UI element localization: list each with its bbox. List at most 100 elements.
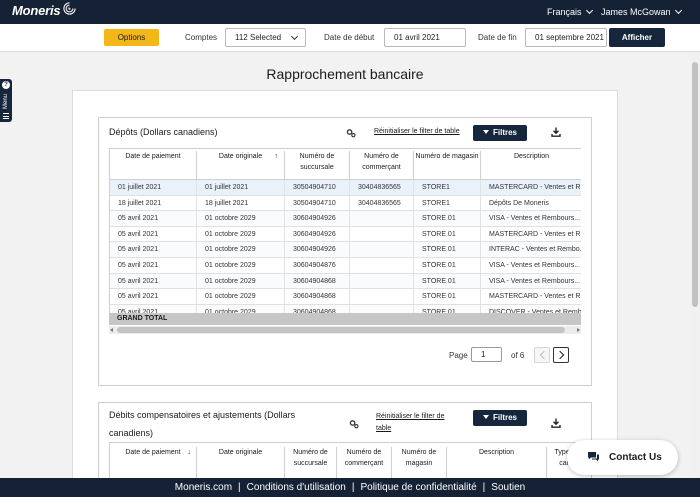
page-number-input[interactable]: 1 [471,347,502,362]
footer-link-conditions[interactable]: Conditions d'utilisation [247,482,346,493]
footer-link-soutien[interactable]: Soutien [491,482,525,493]
footer-link-moneris[interactable]: Moneris.com [175,482,232,493]
table-cell: 01 octobre 2029 [197,242,285,258]
horizontal-scrollbar[interactable] [109,326,581,334]
column-header-description[interactable]: Description [481,151,581,179]
adjustments-title: Débits compensatoires et ajustements (Do… [109,410,296,438]
deposits-table: Date de paiement Date originale ↑ Numéro … [109,148,581,313]
comptes-label: Comptes [185,33,218,42]
scroll-right-icon[interactable] [577,328,580,332]
language-selector[interactable]: Français [547,6,593,17]
scrollbar-thumb[interactable] [117,327,565,333]
gear-icon[interactable] [346,128,356,138]
column-header-label: Description [513,153,549,160]
table-cell: 30404836565 [350,195,414,211]
column-header-label: Date originale [218,449,263,456]
moneris-logo[interactable]: Moneris [12,1,77,18]
column-header-label: Date originale [218,153,263,160]
filter-bar: Options Comptes 112 Selected Date de déb… [0,24,700,52]
footer-separator: | [238,482,241,493]
page-scrollbar-thumb[interactable] [692,62,698,307]
table-cell: 30604904926 [285,226,350,242]
user-name: James McGowan [601,7,671,17]
chevron-down-icon [585,6,593,15]
column-header-description[interactable]: Description [447,447,547,478]
moneris-logo-icon [63,1,77,15]
table-cell: VISA - Ventes et Rembours... [489,215,581,223]
table-cell [350,258,414,273]
menu-label: Menu [3,93,9,109]
table-cell: Dépôts De Moneris [489,199,549,207]
gear-icon[interactable] [349,419,359,429]
table-cell: VISA - Ventes et Rembours... [489,277,581,285]
end-date-label: Date de fin [478,33,517,42]
scroll-left-icon[interactable] [110,328,113,332]
download-icon[interactable] [551,127,561,137]
column-header-date-originale[interactable]: Date originale [197,447,285,478]
filtres-button[interactable]: Filtres [473,410,527,426]
table-header: Date de paiement Date originale ↑ Numéro … [110,149,581,180]
table-row[interactable]: 05 avril 2021 01 octobre 2029 30604904926 S… [110,226,581,243]
options-button[interactable]: Options [104,29,159,46]
contact-us-button[interactable]: Contact Us [567,440,678,475]
download-icon[interactable] [551,418,561,428]
column-header-commercant[interactable]: Numéro de commerçant [337,447,392,478]
table-cell: STORE 01 [414,304,481,313]
start-date-input[interactable]: 01 avril 2021 [384,28,466,47]
side-menu-tab[interactable]: ? Menu [0,79,12,122]
table-row[interactable]: 05 avril 2021 01 octobre 2029 30604904876 S… [110,258,581,274]
table-cell: VISA - Ventes et Rembours... [489,262,581,269]
filtres-button[interactable]: Filtres [473,125,527,141]
afficher-button[interactable]: Afficher [609,28,665,47]
table-row[interactable]: 05 avril 2021 01 octobre 2029 30604904868 S… [110,273,581,290]
adjustments-table-header: Date de paiement ↓ Date originale Numéro … [109,442,581,478]
column-header-label: Numéro de magasin [415,153,479,160]
table-cell: 01 octobre 2029 [197,289,285,305]
column-header-label: Description [478,449,514,456]
table-cell: STORE 01 [414,273,481,289]
column-header-succursale[interactable]: Numéro de succursale [285,447,337,478]
comptes-select[interactable]: 112 Selected [225,28,306,47]
table-cell: STORE 01 [414,211,481,227]
start-date-label: Date de début [324,33,375,42]
table-cell: MASTERCARD - Ventes et R... [489,293,581,301]
reset-table-filter-link[interactable]: Réinitialiser le filter de table [374,126,460,138]
table-cell: 01 octobre 2029 [197,258,285,273]
page-scrollbar[interactable] [690,52,700,478]
reset-table-filter-link[interactable]: Réinitialiser le filter de table [376,411,450,435]
table-row[interactable]: 01 juillet 2021 01 juillet 2021 3050490471… [110,180,581,196]
table-cell: 05 avril 2021 [110,304,197,313]
table-row[interactable]: 05 avril 2021 01 octobre 2029 30604904868 S… [110,304,581,313]
next-page-button[interactable] [553,347,569,363]
help-icon[interactable]: ? [2,81,10,89]
column-header-date-paiement[interactable]: Date de paiement ↓ [110,447,197,478]
column-header-succursale[interactable]: Numéro de succursale [285,151,350,179]
table-row[interactable]: 18 juillet 2021 18 juillet 2021 3050490471… [110,195,581,212]
table-cell: 01 octobre 2029 [197,211,285,227]
brand-name: Moneris [12,3,61,18]
table-row[interactable]: 05 avril 2021 01 octobre 2029 30604904868 S… [110,289,581,305]
column-header-label: Numéro de succursale [293,449,328,467]
column-header-date-paiement[interactable]: Date de paiement [110,151,197,179]
sort-arrow-down-icon[interactable]: ↓ [188,447,192,458]
table-cell: MASTERCARD - Ventes et R... [489,230,581,238]
column-header-label: Date de paiement [125,153,181,160]
column-header-magasin[interactable]: Numéro de magasin [414,151,481,179]
column-header-magasin[interactable]: Numéro de magasin [392,447,447,478]
table-cell: 05 avril 2021 [110,211,197,227]
table-cell [350,273,414,289]
user-menu[interactable]: James McGowan [601,6,682,17]
end-date-input[interactable]: 01 septembre 2021 [525,28,607,47]
table-row[interactable]: 05 avril 2021 01 octobre 2029 30604904926 S… [110,242,581,258]
column-header-commercant[interactable]: Numéro de commerçant [350,151,414,179]
chevron-down-icon [290,32,299,41]
sort-arrow-up-icon[interactable]: ↑ [275,151,279,162]
grand-total-row: GRAND TOTAL [109,313,581,325]
table-cell [350,289,414,305]
footer-link-confidentialite[interactable]: Politique de confidentialité [360,482,476,493]
table-cell: 18 juillet 2021 [197,195,285,211]
column-header-date-originale[interactable]: Date originale ↑ [197,151,285,179]
table-row[interactable]: 05 avril 2021 01 octobre 2029 30604904926 S… [110,211,581,227]
table-cell [350,304,414,313]
previous-page-button[interactable] [534,347,550,363]
